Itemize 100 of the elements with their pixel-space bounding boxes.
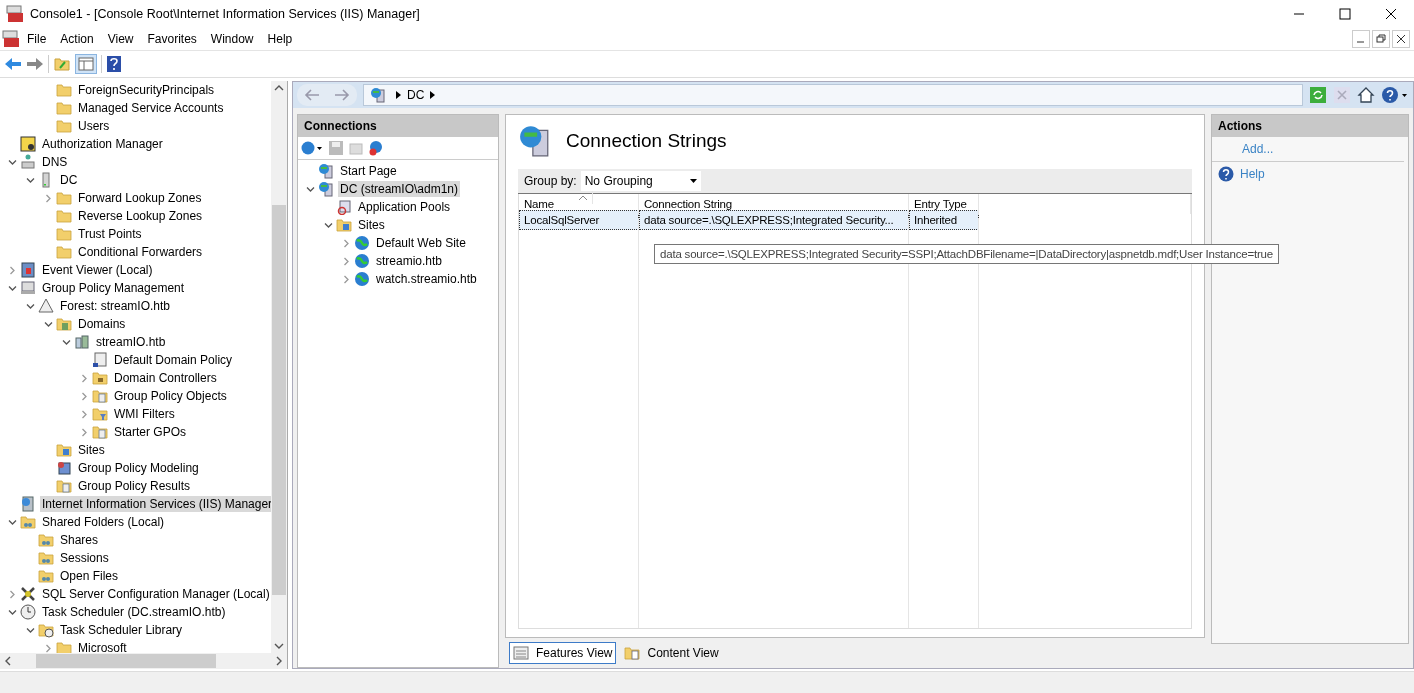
- tree-item[interactable]: watch.streamio.htb: [374, 271, 479, 287]
- menu-item[interactable]: Favorites: [140, 30, 204, 48]
- tree-item[interactable]: SQL Server Configuration Manager (Local): [40, 586, 271, 602]
- home-icon[interactable]: [1357, 86, 1375, 104]
- disconnect-icon[interactable]: [368, 140, 384, 156]
- document-folder-icon: [92, 424, 108, 440]
- menu-item[interactable]: View: [100, 30, 141, 48]
- refresh-icon[interactable]: [1309, 86, 1327, 104]
- dropdown-arrow-icon[interactable]: [689, 179, 697, 183]
- tree-item[interactable]: streamio.htb: [374, 253, 445, 269]
- minimize-icon[interactable]: [1352, 30, 1370, 48]
- log-book-icon: [20, 262, 36, 278]
- address-bar[interactable]: DC: [363, 84, 1303, 106]
- globe-icon: [354, 235, 370, 251]
- menu-item[interactable]: Help: [260, 30, 300, 48]
- breadcrumb-item[interactable]: DC: [407, 88, 425, 102]
- tree-item[interactable]: Internet Information Services (IIS) Manager: [40, 496, 271, 512]
- up-folder-icon[interactable]: [53, 56, 71, 72]
- globe-icon: [354, 253, 370, 269]
- tree-item[interactable]: WMI Filters: [112, 406, 177, 422]
- forward-arrow-icon[interactable]: [26, 56, 44, 72]
- folder-icon: [92, 370, 108, 386]
- domain-icon: [74, 334, 90, 350]
- tree-item[interactable]: Conditional Forwarders: [76, 244, 205, 260]
- console-tree-toggle-icon[interactable]: [75, 54, 97, 74]
- menu-item[interactable]: Action: [53, 30, 101, 48]
- menu-item[interactable]: Window: [203, 30, 261, 48]
- tree-item[interactable]: Domains: [76, 316, 128, 332]
- edit-icon: [348, 140, 364, 156]
- connect-globe-icon[interactable]: [300, 140, 324, 156]
- app-icon[interactable]: [2, 30, 20, 48]
- policy-document-icon: [92, 352, 108, 368]
- tree-item[interactable]: Authorization Manager: [40, 136, 165, 152]
- view-tab[interactable]: Features View: [509, 642, 617, 664]
- tree-item[interactable]: DC (streamIO\adm1n): [338, 181, 461, 197]
- tree-item[interactable]: Group Policy Objects: [112, 388, 229, 404]
- tree-item[interactable]: Open Files: [58, 568, 121, 584]
- tree-item[interactable]: Group Policy Management: [40, 280, 187, 296]
- folder-icon: [56, 208, 72, 224]
- help-icon[interactable]: [1381, 86, 1409, 104]
- tree-item[interactable]: Sites: [76, 442, 107, 458]
- close-icon[interactable]: [1392, 30, 1410, 48]
- globe-server-icon: [370, 87, 386, 103]
- folder-icon: [56, 244, 72, 260]
- folder-icon: [56, 82, 72, 98]
- menu-item[interactable]: File: [20, 30, 54, 48]
- tree-item[interactable]: Forward Lookup Zones: [76, 190, 204, 206]
- vertical-scrollbar[interactable]: [271, 81, 287, 653]
- filter-folder-icon: [92, 406, 108, 422]
- help-icon[interactable]: [1218, 166, 1234, 182]
- tree-item[interactable]: Trust Points: [76, 226, 144, 242]
- tree-item[interactable]: streamIO.htb: [94, 334, 168, 350]
- tree-item[interactable]: Microsoft: [76, 640, 129, 653]
- breadcrumb-arrow-icon[interactable]: [430, 91, 436, 99]
- horizontal-scrollbar[interactable]: [0, 653, 287, 669]
- tree-item[interactable]: Managed Service Accounts: [76, 100, 226, 116]
- tree-item[interactable]: Shared Folders (Local): [40, 514, 167, 530]
- folder-icon: [56, 118, 72, 134]
- document-folder-icon: [56, 478, 72, 494]
- tree-item[interactable]: Application Pools: [356, 199, 453, 215]
- app-icon: [6, 5, 24, 23]
- table-cell[interactable]: data source=.\SQLEXPRESS;Integrated Security...: [639, 210, 909, 230]
- table-cell[interactable]: LocalSqlServer: [519, 210, 639, 230]
- domains-folder-icon: [56, 316, 72, 332]
- application-pool-icon: [336, 199, 352, 215]
- tree-item[interactable]: Start Page: [338, 163, 399, 179]
- tree-item[interactable]: DC: [58, 172, 80, 188]
- folder-icon: [56, 226, 72, 242]
- table-cell[interactable]: Inherited: [909, 210, 979, 230]
- breadcrumb-arrow-icon[interactable]: [396, 91, 401, 99]
- tree-item[interactable]: Users: [76, 118, 112, 134]
- tree-item[interactable]: Domain Controllers: [112, 370, 219, 386]
- tree-item[interactable]: Group Policy Modeling: [76, 460, 201, 476]
- group-by-label: Group by:: [524, 174, 577, 188]
- tree-item[interactable]: Forest: streamIO.htb: [58, 298, 173, 314]
- iis-server-icon: [20, 496, 36, 512]
- tree-item[interactable]: Reverse Lookup Zones: [76, 208, 205, 224]
- help-icon[interactable]: [106, 55, 122, 73]
- group-by-dropdown[interactable]: No Grouping: [580, 171, 701, 191]
- tree-item[interactable]: Default Domain Policy: [112, 352, 235, 368]
- action-link[interactable]: Add...: [1242, 142, 1274, 156]
- tree-item[interactable]: Default Web Site: [374, 235, 468, 251]
- tree-item[interactable]: Task Scheduler (DC.streamIO.htb): [40, 604, 228, 620]
- tree-item[interactable]: ForeignSecurityPrincipals: [76, 82, 217, 98]
- action-link[interactable]: Help: [1240, 167, 1265, 181]
- tree-item[interactable]: Event Viewer (Local): [40, 262, 155, 278]
- tree-item[interactable]: Starter GPOs: [112, 424, 189, 440]
- tree-item[interactable]: Task Scheduler Library: [58, 622, 185, 638]
- back-arrow-icon[interactable]: [4, 56, 22, 72]
- panel-title: Actions: [1212, 115, 1408, 137]
- tree-item[interactable]: Sites: [356, 217, 387, 233]
- restore-icon[interactable]: [1372, 30, 1390, 48]
- lock-window-icon: [20, 136, 36, 152]
- view-tab[interactable]: Content View: [620, 642, 723, 664]
- tree-item[interactable]: Sessions: [58, 550, 111, 566]
- triangle-icon: [38, 298, 54, 314]
- globe-icon: [354, 271, 370, 287]
- tree-item[interactable]: Shares: [58, 532, 101, 548]
- tree-item[interactable]: Group Policy Results: [76, 478, 193, 494]
- tree-item[interactable]: DNS: [40, 154, 70, 170]
